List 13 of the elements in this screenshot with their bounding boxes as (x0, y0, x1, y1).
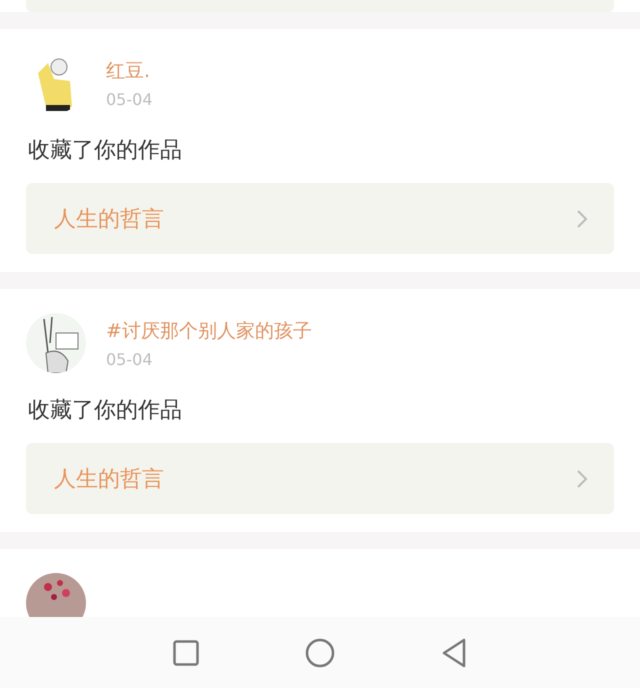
action-text: 收藏了你的作品 (28, 137, 183, 165)
user-name[interactable]: #讨厌那个别人家的孩子 (106, 318, 312, 344)
date-text: 05-04 (106, 350, 154, 368)
circle-icon (305, 638, 335, 668)
work-card[interactable]: 人生的哲言 (26, 183, 614, 254)
user-name[interactable]: 红豆. (106, 58, 152, 84)
date-text: 05-04 (106, 90, 152, 108)
chevron-right-icon (576, 468, 588, 488)
action-text: 收藏了你的作品 (28, 397, 183, 425)
back-icon (441, 638, 467, 668)
work-card[interactable]: 人生的哲言 (26, 443, 614, 514)
square-icon (173, 640, 199, 666)
chevron-right-icon (576, 208, 588, 228)
